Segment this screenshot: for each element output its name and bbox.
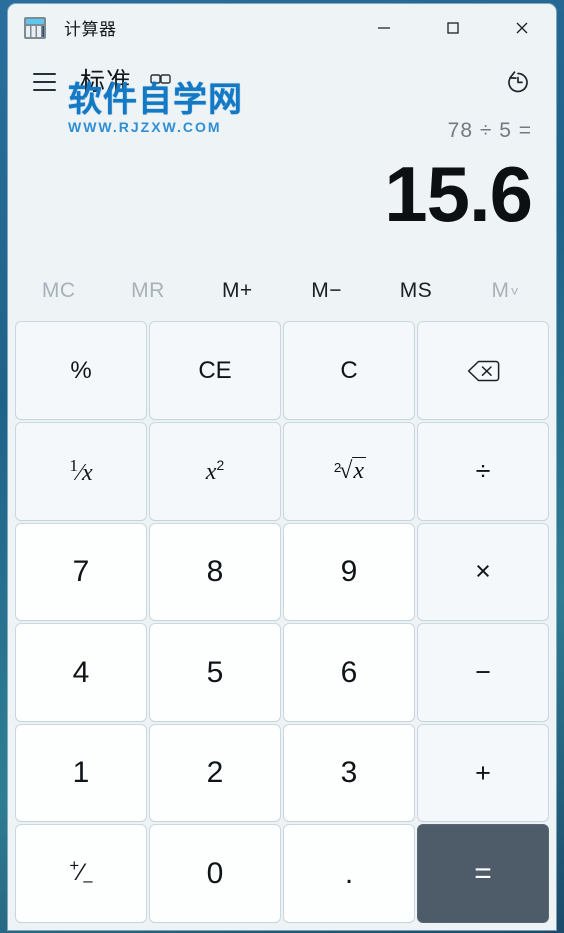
digit-5-button[interactable]: 5 (150, 624, 280, 721)
memory-button-row: MC MR M+ M− MS M˅ (8, 265, 556, 317)
square-button[interactable]: x2 (150, 423, 280, 520)
digit-9-button[interactable]: 9 (284, 523, 414, 621)
subtract-button[interactable]: − (418, 624, 548, 721)
desktop-background: 计算器 标准 软件自学网 WWW.RJZXW.COM 78 ÷ 5 = 15.6… (0, 0, 564, 933)
negate-label: +⁄– (69, 856, 93, 891)
equals-button[interactable]: = (418, 825, 548, 922)
clear-entry-button[interactable]: CE (150, 322, 280, 420)
digit-3-button[interactable]: 3 (284, 724, 414, 822)
chevron-down-icon: ˅ (510, 283, 520, 300)
memory-recall-button[interactable]: MR (103, 265, 192, 317)
reciprocal-button[interactable]: 1⁄x (16, 423, 146, 520)
window-title: 计算器 (64, 20, 117, 39)
keypad: % CE C 1⁄x x2 2√x ÷ 7 8 9 × 4 5 6 − 1 2 … (8, 317, 556, 930)
result-value: 15.6 (384, 150, 533, 238)
memory-add-button[interactable]: M+ (193, 265, 282, 317)
square-root-label: 2√x (333, 457, 367, 485)
history-icon[interactable] (498, 62, 538, 102)
negate-button[interactable]: +⁄– (16, 825, 146, 922)
app-header: 标准 软件自学网 WWW.RJZXW.COM (8, 51, 556, 134)
memory-list-label: M (491, 279, 510, 302)
clear-button[interactable]: C (284, 322, 414, 420)
square-root-button[interactable]: 2√x (284, 423, 414, 520)
calculator-mode-title: 标准 (80, 67, 133, 96)
memory-store-button[interactable]: MS (371, 265, 460, 317)
divide-button[interactable]: ÷ (418, 423, 548, 520)
backspace-icon (467, 360, 500, 381)
hamburger-line (32, 89, 56, 91)
hamburger-menu-icon[interactable] (24, 62, 64, 102)
window-controls (349, 4, 556, 51)
backspace-button[interactable] (418, 322, 548, 420)
calculator-icon (24, 16, 46, 39)
hamburger-line (32, 81, 56, 83)
memory-list-button[interactable]: M˅ (461, 265, 550, 317)
digit-1-button[interactable]: 1 (16, 724, 146, 822)
digit-8-button[interactable]: 8 (150, 523, 280, 621)
reciprocal-label: 1⁄x (69, 455, 93, 486)
hamburger-line (32, 73, 56, 75)
keep-on-top-icon[interactable] (148, 69, 174, 95)
memory-subtract-button[interactable]: M− (282, 265, 371, 317)
memory-clear-button[interactable]: MC (14, 265, 103, 317)
close-button[interactable] (487, 4, 556, 51)
calculator-window: 计算器 标准 软件自学网 WWW.RJZXW.COM 78 ÷ 5 = 15.6… (8, 4, 556, 930)
digit-2-button[interactable]: 2 (150, 724, 280, 822)
title-bar: 计算器 (8, 4, 556, 51)
maximize-button[interactable] (418, 4, 487, 51)
decimal-point-button[interactable]: . (284, 825, 414, 922)
calculator-display: 78 ÷ 5 = 15.6 (8, 113, 556, 265)
digit-7-button[interactable]: 7 (16, 523, 146, 621)
expression-text: 78 ÷ 5 = (447, 119, 532, 142)
multiply-button[interactable]: × (418, 523, 548, 621)
digit-4-button[interactable]: 4 (16, 624, 146, 721)
digit-0-button[interactable]: 0 (150, 825, 280, 922)
add-button[interactable]: + (418, 724, 548, 822)
minimize-button[interactable] (349, 4, 418, 51)
percent-button[interactable]: % (16, 322, 146, 420)
square-label: x2 (205, 456, 225, 485)
digit-6-button[interactable]: 6 (284, 624, 414, 721)
